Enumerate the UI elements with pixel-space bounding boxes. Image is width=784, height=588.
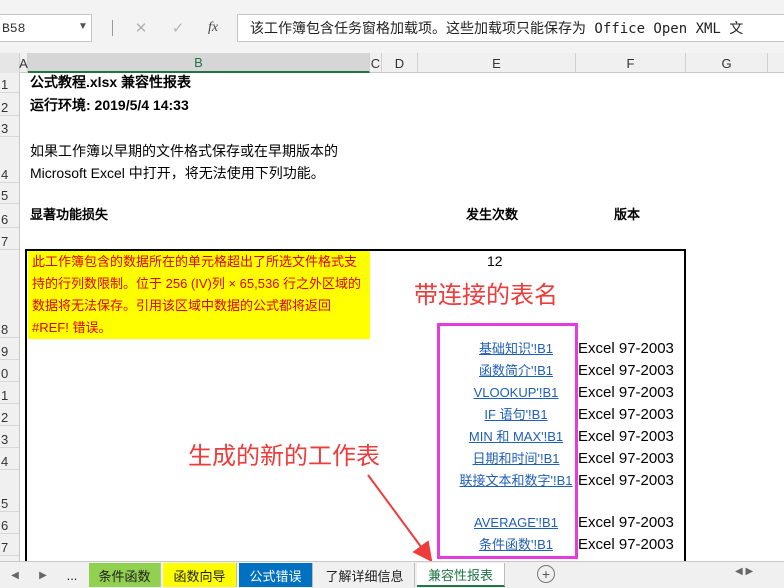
row-header[interactable]: 8	[0, 250, 19, 338]
row-header[interactable]: 0	[0, 360, 19, 382]
issue-count: 12	[487, 253, 503, 269]
version-cell: Excel 97-2003	[578, 472, 674, 489]
version-cell: Excel 97-2003	[578, 362, 674, 379]
horizontal-scroll-icon[interactable]: ◀ ▶	[735, 566, 753, 577]
formula-bar: B58 ▼ ✕ ✓ fx 该工作簿包含任务窗格加载项。这些加载项只能保存为 Of…	[0, 0, 784, 56]
version-cell: Excel 97-2003	[578, 536, 674, 553]
tab-learn-more[interactable]: 了解详细信息	[315, 563, 415, 587]
column-header-f[interactable]: F	[576, 53, 686, 73]
version-cell: Excel 97-2003	[578, 514, 674, 531]
tab-compatibility-report[interactable]: 兼容性报表	[417, 563, 505, 587]
header-version: 版本	[614, 207, 641, 222]
column-header-row: A B C D E F G	[0, 53, 784, 73]
row-header[interactable]: 7	[0, 228, 19, 250]
row-header[interactable]: 1	[0, 73, 19, 93]
column-header-c[interactable]: C	[370, 53, 382, 73]
formula-bar-separator	[111, 20, 114, 36]
column-header-e[interactable]: E	[418, 53, 576, 73]
header-occurrences: 发生次数	[466, 207, 519, 222]
name-box-dropdown-icon[interactable]: ▼	[78, 21, 88, 32]
tab-conditional-functions[interactable]: 条件函数	[89, 563, 161, 587]
run-environment: 运行环境: 2019/5/4 14:33	[30, 97, 189, 113]
scroll-right-icon[interactable]: ▶	[34, 566, 52, 584]
report-title: 公式教程.xlsx 兼容性报表	[30, 74, 192, 90]
version-cell: Excel 97-2003	[578, 406, 674, 423]
version-cell: Excel 97-2003	[578, 384, 674, 401]
sheet-tab-bar: ◀ ▶ ... 条件函数 函数向导 公式错误 了解详细信息 兼容性报表 + ◀ …	[0, 561, 784, 588]
highlight-box	[437, 323, 578, 559]
intro-line-1: 如果工作簿以早期的文件格式保存或在早期版本的	[30, 143, 338, 159]
row-header[interactable]: 5	[0, 470, 19, 512]
annotation-linked-names: 带连接的表名	[414, 281, 558, 309]
formula-input[interactable]: 该工作簿包含任务窗格加载项。这些加载项只能保存为 Office Open XML…	[237, 14, 784, 42]
worksheet-grid[interactable]: 公式教程.xlsx 兼容性报表 运行环境: 2019/5/4 14:33 如果工…	[20, 73, 784, 561]
row-header[interactable]: 5	[0, 183, 19, 204]
cancel-icon[interactable]: ✕	[128, 15, 154, 41]
enter-check-icon[interactable]: ✓	[165, 15, 191, 41]
row-header[interactable]: 4	[0, 137, 19, 183]
column-header-a[interactable]: A	[19, 53, 28, 73]
version-cell: Excel 97-2003	[578, 428, 674, 445]
row-header[interactable]: 6	[0, 204, 19, 228]
version-cell: Excel 97-2003	[578, 340, 674, 357]
tab-formula-errors[interactable]: 公式错误	[239, 563, 313, 587]
header-feature-loss: 显著功能损失	[30, 207, 109, 222]
version-cell: Excel 97-2003	[578, 450, 674, 467]
row-header[interactable]: 7	[0, 534, 19, 556]
column-header-d[interactable]: D	[382, 53, 418, 73]
annotation-new-worksheet: 生成的新的工作表	[188, 442, 380, 470]
column-header-h[interactable]	[768, 53, 784, 73]
row-header[interactable]: 4	[0, 448, 19, 470]
row-header[interactable]: 3	[0, 426, 19, 448]
select-all-corner[interactable]	[0, 53, 20, 73]
scroll-left-icon[interactable]: ◀	[6, 566, 24, 584]
row-header-column: 1 2 3 4 5 6 7 8 9 0 1 2 3 4 5 6 7	[0, 73, 20, 561]
tab-function-wizard[interactable]: 函数向导	[163, 563, 237, 587]
name-box-value: B58	[2, 20, 26, 36]
formula-text: 该工作簿包含任务窗格加载项。这些加载项只能保存为 Office Open XML…	[250, 21, 744, 37]
row-header[interactable]: 1	[0, 382, 19, 404]
column-header-b[interactable]: B	[28, 53, 370, 73]
more-tabs-button[interactable]: ...	[60, 563, 84, 587]
issue-description: 此工作簿包含的数据所在的单元格超出了所选文件格式支持的行列数限制。位于 256 …	[28, 251, 370, 339]
row-header[interactable]: 6	[0, 512, 19, 534]
insert-function-icon[interactable]: fx	[200, 15, 226, 41]
add-sheet-icon[interactable]: +	[537, 565, 555, 583]
row-header[interactable]: 2	[0, 93, 19, 116]
intro-line-2: Microsoft Excel 中打开，将无法使用下列功能。	[30, 165, 325, 181]
row-header[interactable]: 3	[0, 116, 19, 137]
column-header-g[interactable]: G	[686, 53, 768, 73]
row-header[interactable]: 9	[0, 338, 19, 360]
row-header[interactable]: 2	[0, 404, 19, 426]
